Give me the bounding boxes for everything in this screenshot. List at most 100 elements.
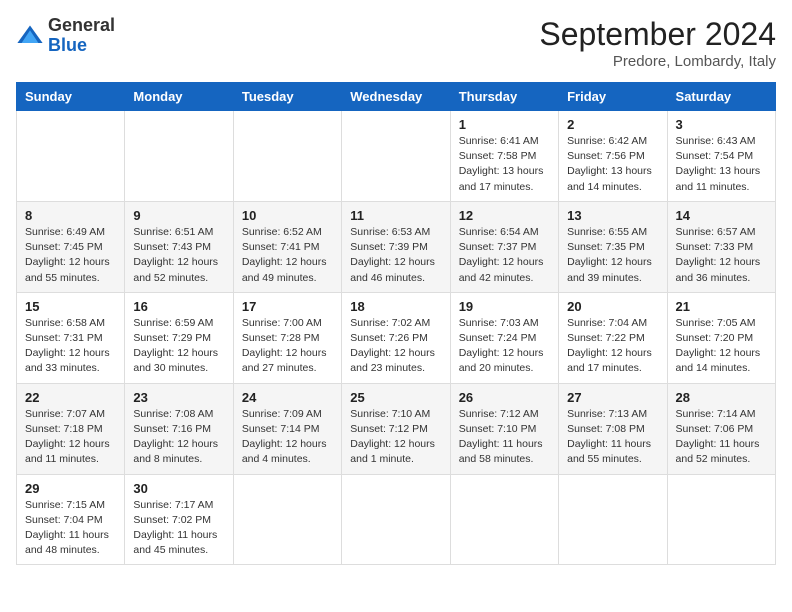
month-title: September 2024 xyxy=(539,16,776,53)
day-info: Sunrise: 7:15 AMSunset: 7:04 PMDaylight:… xyxy=(25,498,116,559)
day-info: Sunrise: 7:07 AMSunset: 7:18 PMDaylight:… xyxy=(25,407,116,468)
logo: General Blue xyxy=(16,16,115,56)
calendar-cell: 19 Sunrise: 7:03 AMSunset: 7:24 PMDayligh… xyxy=(450,292,558,383)
weekday-header: Sunday xyxy=(17,83,125,111)
day-number: 9 xyxy=(133,208,224,223)
calendar-cell: 27Sunrise: 7:13 AMSunset: 7:08 PMDayligh… xyxy=(559,383,667,474)
day-number: 10 xyxy=(242,208,333,223)
day-info: Sunrise: 7:13 AMSunset: 7:08 PMDaylight:… xyxy=(567,407,658,468)
weekday-header: Monday xyxy=(125,83,233,111)
day-number: 3 xyxy=(676,117,767,132)
calendar-cell: 29 Sunrise: 7:15 AMSunset: 7:04 PMDayligh… xyxy=(17,474,125,565)
location-subtitle: Predore, Lombardy, Italy xyxy=(539,53,776,70)
day-number: 12 xyxy=(459,208,550,223)
calendar-cell: 25Sunrise: 7:10 AMSunset: 7:12 PMDayligh… xyxy=(342,383,450,474)
day-info: Sunrise: 7:04 AMSunset: 7:22 PMDaylight:… xyxy=(567,316,658,377)
day-info: Sunrise: 6:42 AMSunset: 7:56 PMDaylight:… xyxy=(567,134,658,195)
calendar-week-row: 15 Sunrise: 6:58 AMSunset: 7:31 PMDayligh… xyxy=(17,292,776,383)
calendar-cell: 22 Sunrise: 7:07 AMSunset: 7:18 PMDayligh… xyxy=(17,383,125,474)
day-number: 18 xyxy=(350,299,441,314)
calendar-cell xyxy=(233,111,341,202)
weekday-header: Thursday xyxy=(450,83,558,111)
day-info: Sunrise: 7:17 AMSunset: 7:02 PMDaylight:… xyxy=(133,498,224,559)
day-info: Sunrise: 7:12 AMSunset: 7:10 PMDaylight:… xyxy=(459,407,550,468)
day-info: Sunrise: 6:49 AMSunset: 7:45 PMDaylight:… xyxy=(25,225,116,286)
day-number: 1 xyxy=(459,117,550,132)
day-number: 24 xyxy=(242,390,333,405)
calendar-week-row: 22 Sunrise: 7:07 AMSunset: 7:18 PMDayligh… xyxy=(17,383,776,474)
calendar-cell: 2Sunrise: 6:42 AMSunset: 7:56 PMDaylight… xyxy=(559,111,667,202)
weekday-header: Wednesday xyxy=(342,83,450,111)
day-info: Sunrise: 6:52 AMSunset: 7:41 PMDaylight:… xyxy=(242,225,333,286)
logo-text: General Blue xyxy=(48,16,115,56)
calendar-cell: 30 Sunrise: 7:17 AMSunset: 7:02 PMDayligh… xyxy=(125,474,233,565)
calendar-cell: 3 Sunrise: 6:43 AMSunset: 7:54 PMDaylight… xyxy=(667,111,775,202)
day-number: 15 xyxy=(25,299,116,314)
calendar-cell xyxy=(17,111,125,202)
calendar-cell xyxy=(450,474,558,565)
day-number: 13 xyxy=(567,208,658,223)
calendar-cell: 28 Sunrise: 7:14 AMSunset: 7:06 PMDayligh… xyxy=(667,383,775,474)
day-number: 20 xyxy=(567,299,658,314)
day-number: 23 xyxy=(133,390,224,405)
calendar-week-row: 1 Sunrise: 6:41 AMSunset: 7:58 PMDaylight… xyxy=(17,111,776,202)
calendar-cell xyxy=(559,474,667,565)
day-number: 16 xyxy=(133,299,224,314)
calendar-cell: 26 Sunrise: 7:12 AMSunset: 7:10 PMDayligh… xyxy=(450,383,558,474)
calendar-cell: 13 Sunrise: 6:55 AMSunset: 7:35 PMDayligh… xyxy=(559,201,667,292)
day-info: Sunrise: 7:08 AMSunset: 7:16 PMDaylight:… xyxy=(133,407,224,468)
day-number: 11 xyxy=(350,208,441,223)
calendar-cell: 18 Sunrise: 7:02 AMSunset: 7:26 PMDayligh… xyxy=(342,292,450,383)
day-info: Sunrise: 6:55 AMSunset: 7:35 PMDaylight:… xyxy=(567,225,658,286)
weekday-header: Tuesday xyxy=(233,83,341,111)
calendar-cell: 21Sunrise: 7:05 AMSunset: 7:20 PMDayligh… xyxy=(667,292,775,383)
calendar-cell: 17 Sunrise: 7:00 AMSunset: 7:28 PMDayligh… xyxy=(233,292,341,383)
calendar-cell: 16 Sunrise: 6:59 AMSunset: 7:29 PMDayligh… xyxy=(125,292,233,383)
title-block: September 2024 Predore, Lombardy, Italy xyxy=(539,16,776,70)
day-info: Sunrise: 7:03 AMSunset: 7:24 PMDaylight:… xyxy=(459,316,550,377)
day-info: Sunrise: 7:00 AMSunset: 7:28 PMDaylight:… xyxy=(242,316,333,377)
day-info: Sunrise: 7:02 AMSunset: 7:26 PMDaylight:… xyxy=(350,316,441,377)
calendar-cell: 8 Sunrise: 6:49 AMSunset: 7:45 PMDaylight… xyxy=(17,201,125,292)
day-info: Sunrise: 6:59 AMSunset: 7:29 PMDaylight:… xyxy=(133,316,224,377)
calendar-cell: 20 Sunrise: 7:04 AMSunset: 7:22 PMDayligh… xyxy=(559,292,667,383)
logo-general: General xyxy=(48,15,115,35)
day-number: 30 xyxy=(133,481,224,496)
calendar-cell xyxy=(342,111,450,202)
day-info: Sunrise: 6:51 AMSunset: 7:43 PMDaylight:… xyxy=(133,225,224,286)
page-header: General Blue September 2024 Predore, Lom… xyxy=(16,16,776,70)
day-number: 8 xyxy=(25,208,116,223)
calendar-cell: 12 Sunrise: 6:54 AMSunset: 7:37 PMDayligh… xyxy=(450,201,558,292)
day-number: 22 xyxy=(25,390,116,405)
day-number: 19 xyxy=(459,299,550,314)
day-number: 25 xyxy=(350,390,441,405)
day-number: 17 xyxy=(242,299,333,314)
day-info: Sunrise: 6:58 AMSunset: 7:31 PMDaylight:… xyxy=(25,316,116,377)
day-number: 29 xyxy=(25,481,116,496)
day-number: 26 xyxy=(459,390,550,405)
weekday-header: Friday xyxy=(559,83,667,111)
calendar-cell xyxy=(233,474,341,565)
day-info: Sunrise: 6:53 AMSunset: 7:39 PMDaylight:… xyxy=(350,225,441,286)
day-info: Sunrise: 6:57 AMSunset: 7:33 PMDaylight:… xyxy=(676,225,767,286)
calendar-cell: 1 Sunrise: 6:41 AMSunset: 7:58 PMDaylight… xyxy=(450,111,558,202)
day-number: 28 xyxy=(676,390,767,405)
calendar-cell: 14 Sunrise: 6:57 AMSunset: 7:33 PMDayligh… xyxy=(667,201,775,292)
calendar-cell: 15 Sunrise: 6:58 AMSunset: 7:31 PMDayligh… xyxy=(17,292,125,383)
day-info: Sunrise: 6:54 AMSunset: 7:37 PMDaylight:… xyxy=(459,225,550,286)
logo-icon xyxy=(16,22,44,50)
calendar-cell: 23 Sunrise: 7:08 AMSunset: 7:16 PMDayligh… xyxy=(125,383,233,474)
calendar-week-row: 8 Sunrise: 6:49 AMSunset: 7:45 PMDaylight… xyxy=(17,201,776,292)
calendar-cell xyxy=(125,111,233,202)
calendar-cell xyxy=(342,474,450,565)
calendar-cell xyxy=(667,474,775,565)
calendar-cell: 9 Sunrise: 6:51 AMSunset: 7:43 PMDaylight… xyxy=(125,201,233,292)
day-info: Sunrise: 7:14 AMSunset: 7:06 PMDaylight:… xyxy=(676,407,767,468)
weekday-header: Saturday xyxy=(667,83,775,111)
calendar-cell: 10 Sunrise: 6:52 AMSunset: 7:41 PMDayligh… xyxy=(233,201,341,292)
calendar-week-row: 29 Sunrise: 7:15 AMSunset: 7:04 PMDayligh… xyxy=(17,474,776,565)
day-number: 14 xyxy=(676,208,767,223)
day-info: Sunrise: 6:43 AMSunset: 7:54 PMDaylight:… xyxy=(676,134,767,195)
day-info: Sunrise: 6:41 AMSunset: 7:58 PMDaylight:… xyxy=(459,134,550,195)
weekday-header-row: SundayMondayTuesdayWednesdayThursdayFrid… xyxy=(17,83,776,111)
